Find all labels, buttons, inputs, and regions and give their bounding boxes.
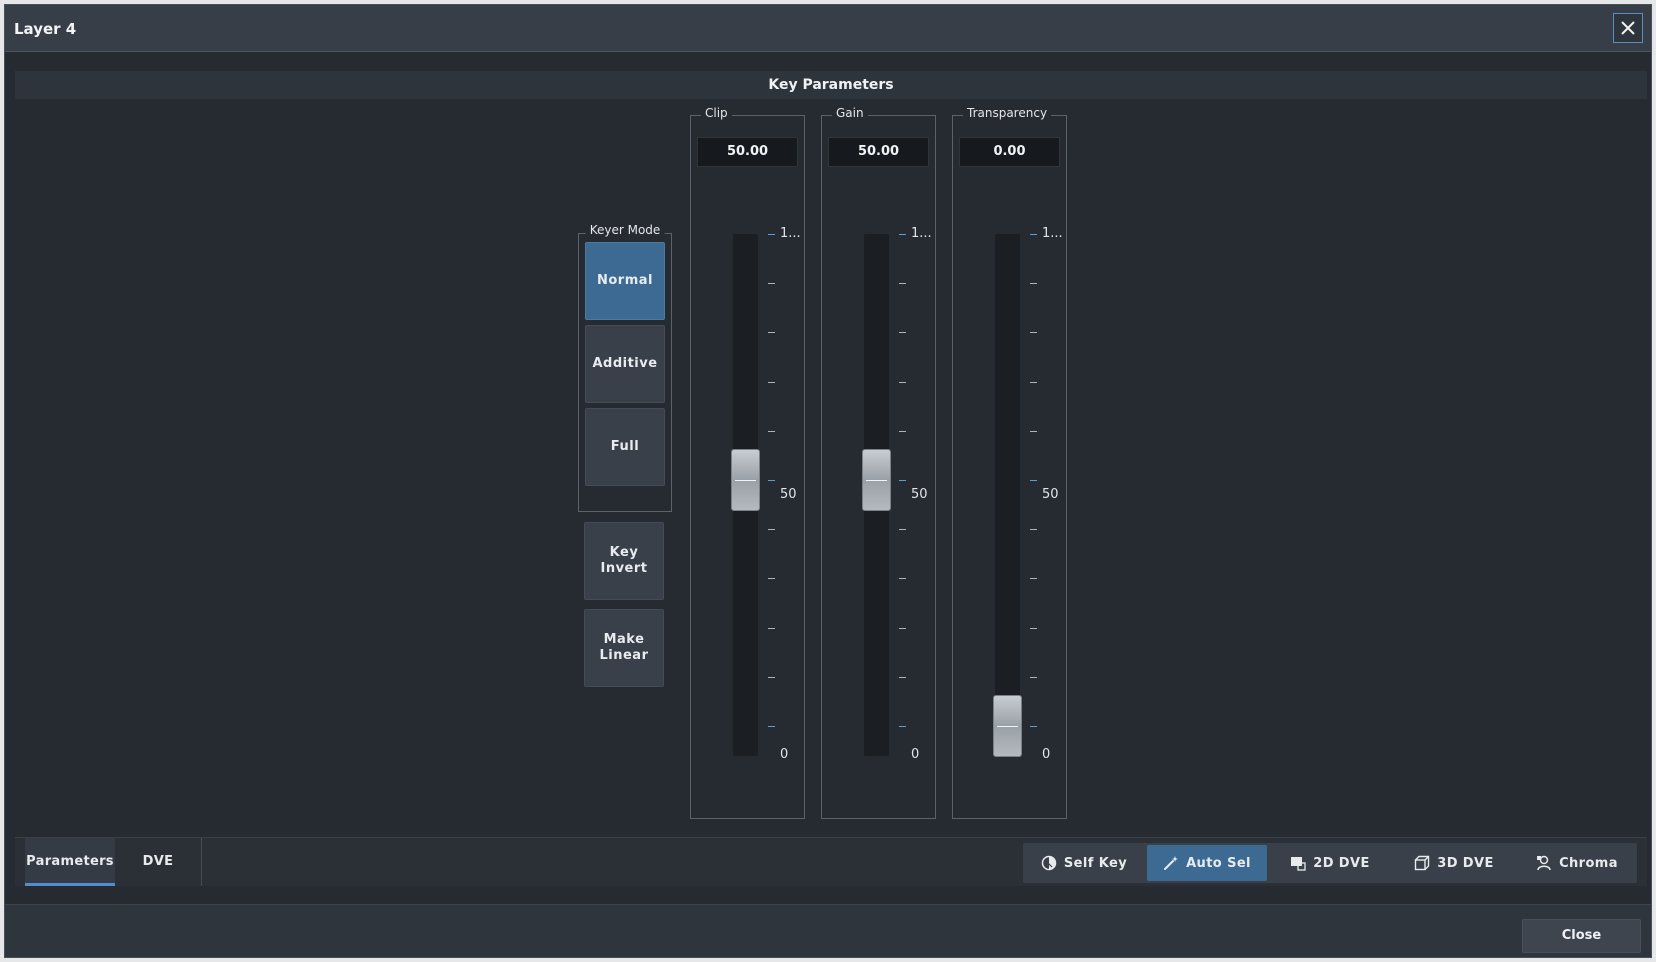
transparency-fader-group: Transparency 0.00 1... 50 0 — [952, 106, 1067, 819]
transparency-tick-max: 1... — [1042, 226, 1063, 241]
fader-tick — [768, 332, 775, 334]
clip-fader-group: Clip 50.00 1... 50 0 — [690, 106, 805, 819]
gain-tick-max: 1... — [911, 226, 932, 241]
fader-tick — [1030, 234, 1037, 235]
dialog-footer: Close — [5, 905, 1651, 957]
fader-tick — [899, 234, 906, 235]
key-invert-button[interactable]: Key Invert — [584, 522, 664, 600]
dialog-title: Layer 4 — [14, 20, 77, 38]
fader-tick — [768, 529, 775, 531]
keyer-mode-label: Keyer Mode — [585, 223, 665, 237]
3d-dve-button[interactable]: 3D DVE — [1393, 845, 1515, 881]
fader-tick — [1030, 332, 1037, 334]
2d-dve-label: 2D DVE — [1313, 855, 1370, 871]
fader-tick — [768, 480, 775, 481]
fader-tick — [768, 381, 775, 383]
self-key-label: Self Key — [1063, 855, 1128, 871]
2d-dve-icon — [1291, 857, 1306, 871]
self-key-button[interactable]: Self Key — [1023, 845, 1145, 881]
fader-tick — [899, 480, 906, 481]
fader-tick — [1030, 430, 1037, 432]
close-button[interactable]: Close — [1522, 919, 1641, 953]
fader-tick — [1030, 726, 1037, 727]
fader-tick — [899, 283, 906, 285]
fader-tick — [899, 578, 906, 580]
gain-label: Gain — [832, 106, 868, 120]
3d-dve-icon — [1415, 855, 1430, 871]
fader-tick — [768, 234, 775, 235]
fader-tick — [1030, 283, 1037, 285]
3d-dve-label: 3D DVE — [1437, 855, 1494, 871]
fader-tick — [1030, 676, 1037, 678]
gain-tick-min: 0 — [911, 747, 920, 762]
gain-value-field[interactable]: 50.00 — [828, 137, 929, 167]
chroma-icon — [1537, 855, 1551, 871]
make-linear-button[interactable]: Make Linear — [584, 609, 664, 687]
fader-tick — [899, 430, 906, 432]
fader-tick — [1030, 578, 1037, 580]
gain-fader-thumb[interactable] — [862, 449, 891, 511]
fader-tick — [899, 676, 906, 678]
auto-sel-label: Auto Sel — [1186, 855, 1251, 871]
transparency-tick-min: 0 — [1042, 747, 1051, 762]
tab-dve[interactable]: DVE — [115, 838, 201, 886]
fader-tick — [1030, 627, 1037, 629]
chroma-label: Chroma — [1559, 855, 1618, 871]
clip-value-field[interactable]: 50.00 — [697, 137, 798, 167]
chroma-button[interactable]: Chroma — [1517, 845, 1637, 881]
close-icon — [1621, 21, 1635, 35]
2d-dve-button[interactable]: 2D DVE — [1269, 845, 1391, 881]
key-type-selector: Self Key Auto Sel 2D DVE 3D DVE Chroma — [1023, 843, 1637, 883]
close-window-button[interactable] — [1613, 13, 1643, 43]
fader-tick — [899, 332, 906, 334]
fader-tick — [1030, 529, 1037, 531]
tab-divider — [201, 838, 202, 886]
fader-tick — [899, 529, 906, 531]
clip-tick-max: 1... — [780, 226, 801, 241]
section-title: Key Parameters — [15, 71, 1647, 99]
fader-tick — [1030, 381, 1037, 383]
additive-mode-button[interactable]: Additive — [585, 325, 665, 403]
fader-tick — [768, 430, 775, 432]
title-bar: Layer 4 — [5, 5, 1651, 52]
fader-tick — [1030, 480, 1037, 481]
transparency-label: Transparency — [963, 106, 1052, 120]
fader-tick — [768, 578, 775, 580]
normal-mode-button[interactable]: Normal — [585, 242, 665, 320]
transparency-fader-thumb[interactable] — [993, 695, 1022, 757]
auto-sel-button[interactable]: Auto Sel — [1147, 845, 1267, 881]
transparency-tick-mid: 50 — [1042, 487, 1059, 502]
keyer-mode-group: Keyer Mode Normal Additive Full — [578, 223, 672, 512]
fader-tick — [768, 676, 775, 678]
clip-tick-min: 0 — [780, 747, 789, 762]
self-key-icon — [1041, 855, 1057, 871]
clip-label: Clip — [701, 106, 732, 120]
fader-tick — [899, 627, 906, 629]
wand-icon — [1164, 856, 1179, 870]
fader-tick — [768, 627, 775, 629]
full-mode-button[interactable]: Full — [585, 408, 665, 486]
fader-tick — [768, 726, 775, 727]
transparency-fader-track[interactable] — [995, 234, 1020, 756]
clip-tick-mid: 50 — [780, 487, 797, 502]
fader-tick — [899, 381, 906, 383]
tab-parameters[interactable]: Parameters — [25, 838, 115, 886]
layer-dialog: Layer 4 Key Parameters Keyer Mode Normal… — [4, 4, 1652, 958]
fader-tick — [768, 283, 775, 285]
fader-tick — [899, 726, 906, 727]
transparency-value-field[interactable]: 0.00 — [959, 137, 1060, 167]
gain-fader-group: Gain 50.00 1... 50 0 — [821, 106, 936, 819]
clip-fader-thumb[interactable] — [731, 449, 760, 511]
gain-tick-mid: 50 — [911, 487, 928, 502]
